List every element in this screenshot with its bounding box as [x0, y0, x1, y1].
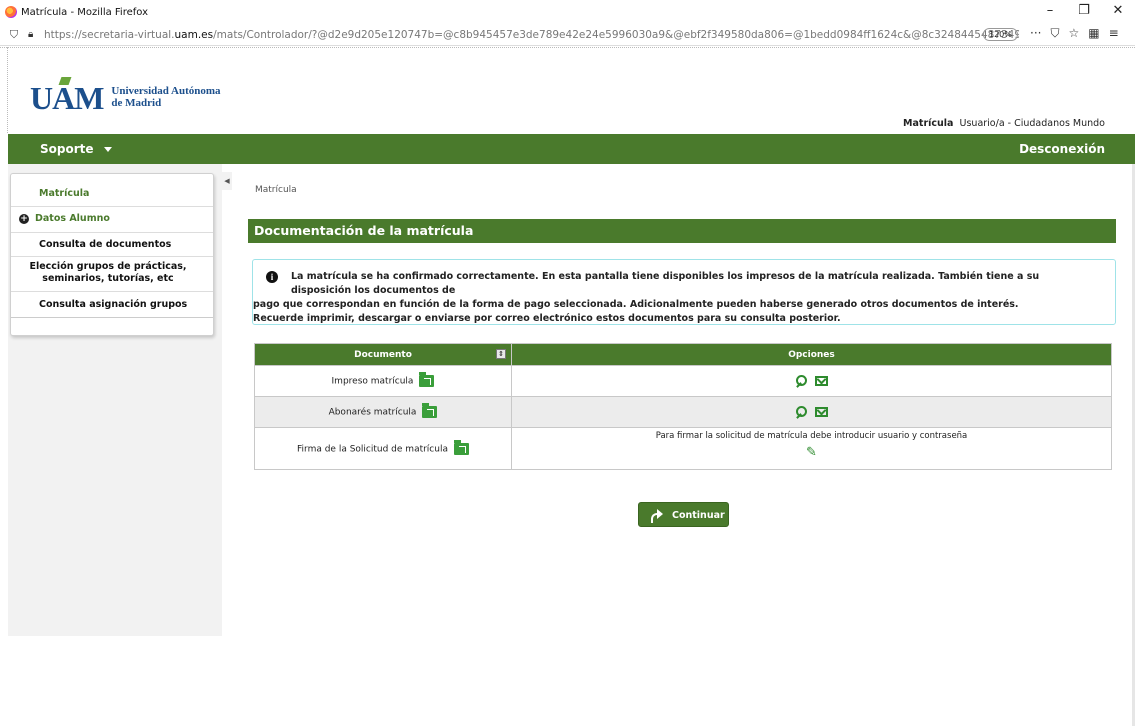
window-title: Matrícula - Mozilla Firefox: [21, 6, 149, 18]
bookmark-star-icon[interactable]: ☆: [1068, 26, 1079, 41]
menu-icon[interactable]: ≡: [1109, 26, 1119, 41]
tracking-shield-icon[interactable]: ⛉: [6, 28, 22, 42]
continue-button[interactable]: Continuar: [638, 502, 729, 527]
sign-instructions: Para firmar la solicitud de matrícula de…: [655, 431, 968, 441]
sidebar-item-consulta-documentos[interactable]: Consulta de documentos: [11, 233, 213, 257]
email-icon[interactable]: [815, 407, 828, 417]
document-cell: Firma de la Solicitud de matrícula: [254, 427, 512, 470]
options-cell: Para firmar la solicitud de matrícula de…: [511, 427, 1112, 470]
minimize-button[interactable]: –: [1033, 0, 1067, 24]
collapse-sidebar-icon[interactable]: ◀: [222, 172, 232, 190]
document-cell: Abonarés matrícula: [254, 396, 512, 428]
user-info: Matrícula Usuario/a - Ciudadanos Mundo: [903, 118, 1105, 129]
column-header-documento[interactable]: Documento ⇕: [254, 343, 512, 366]
uam-logo[interactable]: UAM Universidad Autónoma de Madrid: [30, 77, 221, 114]
email-icon[interactable]: [815, 376, 828, 386]
sidebar-title[interactable]: Matrícula: [11, 174, 213, 207]
table-row: Abonarés matrícula: [254, 396, 1112, 428]
logout-link[interactable]: Desconexión: [1019, 142, 1105, 156]
window-controls: – ❐ ✕: [1033, 0, 1135, 24]
soporte-menu[interactable]: Soporte: [40, 142, 112, 156]
open-folder-icon[interactable]: [453, 439, 469, 455]
pocket-icon[interactable]: ⛉: [1050, 26, 1059, 41]
frame-border: [0, 47, 1135, 48]
sidebar-item-consulta-asignacion[interactable]: Consulta asignación grupos: [11, 292, 213, 318]
table-row: Firma de la Solicitud de matrícula Para …: [254, 427, 1112, 470]
view-magnifier-icon[interactable]: [795, 406, 807, 418]
column-header-opciones: Opciones: [511, 343, 1112, 366]
address-bar[interactable]: ⛉ 🔒︎ https://secretaria-virtual.uam.es/m…: [0, 24, 1135, 46]
sort-icon[interactable]: ⇕: [496, 349, 506, 359]
options-cell: [511, 365, 1112, 397]
zoom-indicator[interactable]: 120%: [983, 28, 1018, 41]
lock-icon[interactable]: 🔒︎: [28, 29, 42, 40]
document-cell: Impreso matrícula: [254, 365, 512, 397]
uam-logo-name: Universidad Autónoma de Madrid: [111, 85, 221, 109]
sidebar-item-datos-alumno[interactable]: + Datos Alumno: [11, 207, 213, 233]
page-title: Documentación de la matrícula: [248, 219, 1116, 243]
sidebar-item-eleccion-grupos[interactable]: Elección grupos de prácticas, seminarios,…: [11, 257, 213, 292]
extensions-icon[interactable]: ▦: [1088, 26, 1099, 41]
documents-table: Documento ⇕ Opciones Impreso matrícula Ab…: [254, 343, 1112, 470]
current-section: Matrícula: [903, 118, 954, 129]
forward-arrow-icon: [651, 509, 663, 523]
table-row: Impreso matrícula: [254, 365, 1112, 397]
expand-plus-icon: +: [19, 214, 29, 224]
sidebar-menu: Matrícula + Datos Alumno Consulta de docu…: [10, 173, 214, 336]
open-folder-icon[interactable]: [422, 403, 438, 418]
uam-logo-mark: UAM: [30, 77, 104, 114]
chevron-down-icon: [103, 147, 112, 152]
url-field[interactable]: https://secretaria-virtual.uam.es/mats/C…: [44, 29, 1019, 41]
browser-toolbar: ··· ⛉ ☆ ▦ ≡: [1030, 26, 1119, 41]
sign-pen-icon[interactable]: ✎: [512, 445, 1111, 460]
maximize-button[interactable]: ❐: [1067, 0, 1101, 24]
options-cell: [511, 396, 1112, 428]
close-button[interactable]: ✕: [1101, 0, 1135, 24]
window-titlebar: Matrícula - Mozilla Firefox – ❐ ✕: [0, 0, 1135, 24]
info-message: i La matrícula se ha confirmado correcta…: [252, 259, 1116, 325]
frame-border-left: [7, 47, 8, 133]
firefox-icon: [5, 6, 17, 18]
view-magnifier-icon[interactable]: [795, 375, 807, 387]
more-actions-icon[interactable]: ···: [1030, 26, 1041, 41]
open-folder-icon[interactable]: [419, 372, 435, 387]
info-icon: i: [266, 271, 278, 283]
breadcrumb: Matrícula: [255, 185, 297, 195]
main-navbar: Soporte Desconexión: [8, 134, 1135, 164]
user-name: Usuario/a - Ciudadanos Mundo: [959, 118, 1105, 129]
